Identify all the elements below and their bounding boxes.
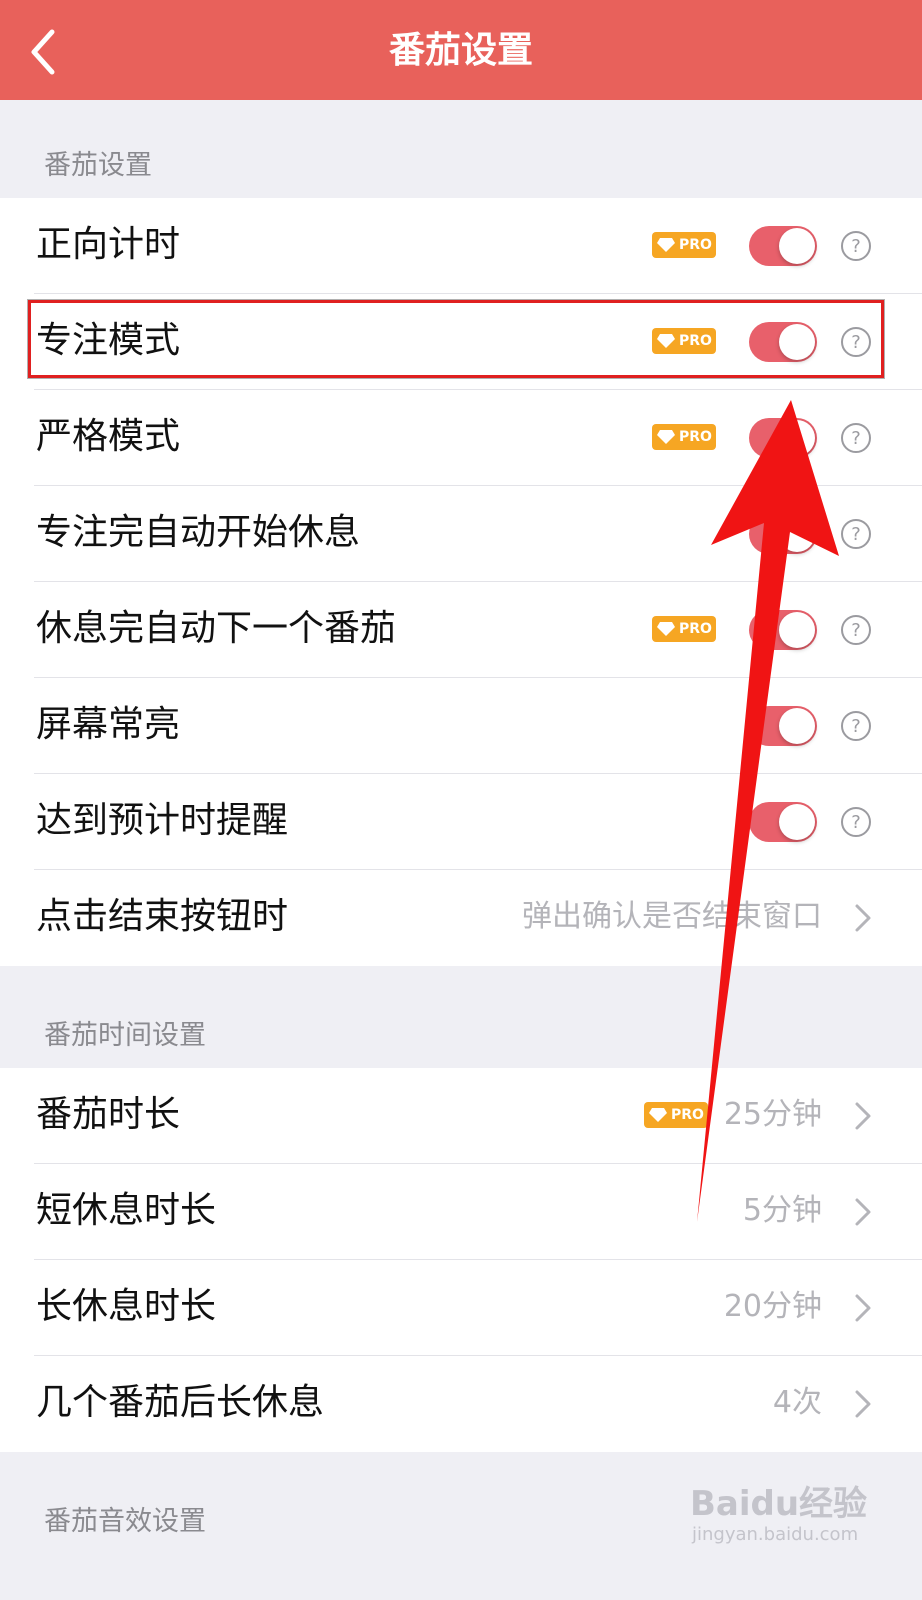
- help-icon[interactable]: ?: [840, 710, 872, 742]
- chevron-right-icon: [855, 1294, 871, 1322]
- setting-value: 20分钟: [723, 1289, 822, 1324]
- svg-text:?: ?: [851, 716, 861, 737]
- setting-row-screen-always-on[interactable]: 屏幕常亮 ?: [0, 678, 922, 774]
- chevron-right-icon: [855, 1390, 871, 1418]
- setting-label: 屏幕常亮: [36, 704, 181, 745]
- diamond-icon: [649, 1108, 667, 1122]
- top-bar: 番茄设置: [0, 0, 922, 100]
- pro-text: PRO: [679, 429, 712, 445]
- chevron-right-icon: [855, 1102, 871, 1130]
- setting-row-end-button[interactable]: 点击结束按钮时 弹出确认是否结束窗口: [0, 870, 922, 966]
- help-icon[interactable]: ?: [840, 806, 872, 838]
- setting-row-auto-next-tomato[interactable]: 休息完自动下一个番茄 PRO ?: [0, 582, 922, 678]
- setting-label: 达到预计时提醒: [36, 800, 289, 841]
- svg-text:?: ?: [851, 524, 861, 545]
- watermark-url: jingyan.baidu.com: [692, 1524, 859, 1545]
- help-icon[interactable]: ?: [840, 230, 872, 262]
- reach-time-reminder-toggle[interactable]: [749, 802, 817, 842]
- toggle-knob: [779, 708, 815, 744]
- svg-text:?: ?: [851, 236, 861, 257]
- pro-badge: PRO: [652, 232, 716, 258]
- setting-label: 专注完自动开始休息: [36, 512, 361, 553]
- screen-always-on-toggle[interactable]: [749, 706, 817, 746]
- setting-row-short-rest[interactable]: 短休息时长 5分钟: [0, 1164, 922, 1260]
- setting-value: 弹出确认是否结束窗口: [522, 899, 822, 934]
- help-icon[interactable]: ?: [840, 422, 872, 454]
- toggle-knob: [779, 516, 815, 552]
- auto-next-tomato-toggle[interactable]: [749, 610, 817, 650]
- setting-row-reach-time-reminder[interactable]: 达到预计时提醒 ?: [0, 774, 922, 870]
- pro-badge: PRO: [652, 616, 716, 642]
- help-icon[interactable]: ?: [840, 518, 872, 550]
- pro-text: PRO: [671, 1107, 704, 1123]
- annotation-highlight-box: [28, 300, 884, 378]
- settings-group-time: 番茄时长 PRO 25分钟 短休息时长 5分钟 长休息时长 20分钟 几个番茄后…: [0, 1068, 922, 1452]
- diamond-icon: [657, 430, 675, 444]
- auto-rest-toggle[interactable]: [749, 514, 817, 554]
- toggle-knob: [779, 804, 815, 840]
- section-header-time-settings: 番茄时间设置: [44, 1020, 206, 1051]
- section-header-tomato-settings: 番茄设置: [44, 150, 152, 181]
- svg-text:?: ?: [851, 620, 861, 641]
- setting-row-long-rest-interval[interactable]: 几个番茄后长休息 4次: [0, 1356, 922, 1452]
- setting-label: 长休息时长: [36, 1286, 217, 1327]
- setting-row-forward-timing[interactable]: 正向计时 PRO ?: [0, 198, 922, 294]
- watermark: Baidu经验 jingyan.baidu.com: [690, 1476, 880, 1556]
- chevron-right-icon: [855, 1198, 871, 1226]
- diamond-icon: [657, 238, 675, 252]
- setting-label: 点击结束按钮时: [36, 896, 289, 937]
- page-title: 番茄设置: [388, 30, 533, 71]
- setting-row-auto-rest[interactable]: 专注完自动开始休息 ?: [0, 486, 922, 582]
- setting-label: 短休息时长: [36, 1190, 217, 1231]
- pro-badge: PRO: [652, 424, 716, 450]
- setting-label: 番茄时长: [36, 1094, 181, 1135]
- setting-label: 正向计时: [36, 224, 181, 265]
- forward-timing-toggle[interactable]: [749, 226, 817, 266]
- chevron-right-icon: [855, 904, 871, 932]
- setting-row-long-rest[interactable]: 长休息时长 20分钟: [0, 1260, 922, 1356]
- section-header-sound-settings: 番茄音效设置: [44, 1506, 206, 1537]
- strict-mode-toggle[interactable]: [749, 418, 817, 458]
- pro-badge: PRO: [644, 1102, 708, 1128]
- toggle-knob: [779, 612, 815, 648]
- help-icon[interactable]: ?: [840, 614, 872, 646]
- toggle-knob: [779, 420, 815, 456]
- setting-label: 严格模式: [36, 416, 181, 457]
- setting-value: 5分钟: [742, 1193, 822, 1228]
- setting-row-tomato-duration[interactable]: 番茄时长 PRO 25分钟: [0, 1068, 922, 1164]
- diamond-icon: [657, 622, 675, 636]
- svg-text:?: ?: [851, 428, 861, 449]
- setting-label: 休息完自动下一个番茄: [36, 608, 397, 649]
- pro-text: PRO: [679, 621, 712, 637]
- setting-value: 25分钟: [723, 1097, 822, 1132]
- pro-text: PRO: [679, 237, 712, 253]
- setting-label: 几个番茄后长休息: [36, 1382, 325, 1423]
- svg-text:?: ?: [851, 812, 861, 833]
- baidu-jingyan-logo: Baidu经验: [690, 1484, 868, 1524]
- toggle-knob: [779, 228, 815, 264]
- setting-row-strict-mode[interactable]: 严格模式 PRO ?: [0, 390, 922, 486]
- setting-value: 4次: [772, 1385, 822, 1420]
